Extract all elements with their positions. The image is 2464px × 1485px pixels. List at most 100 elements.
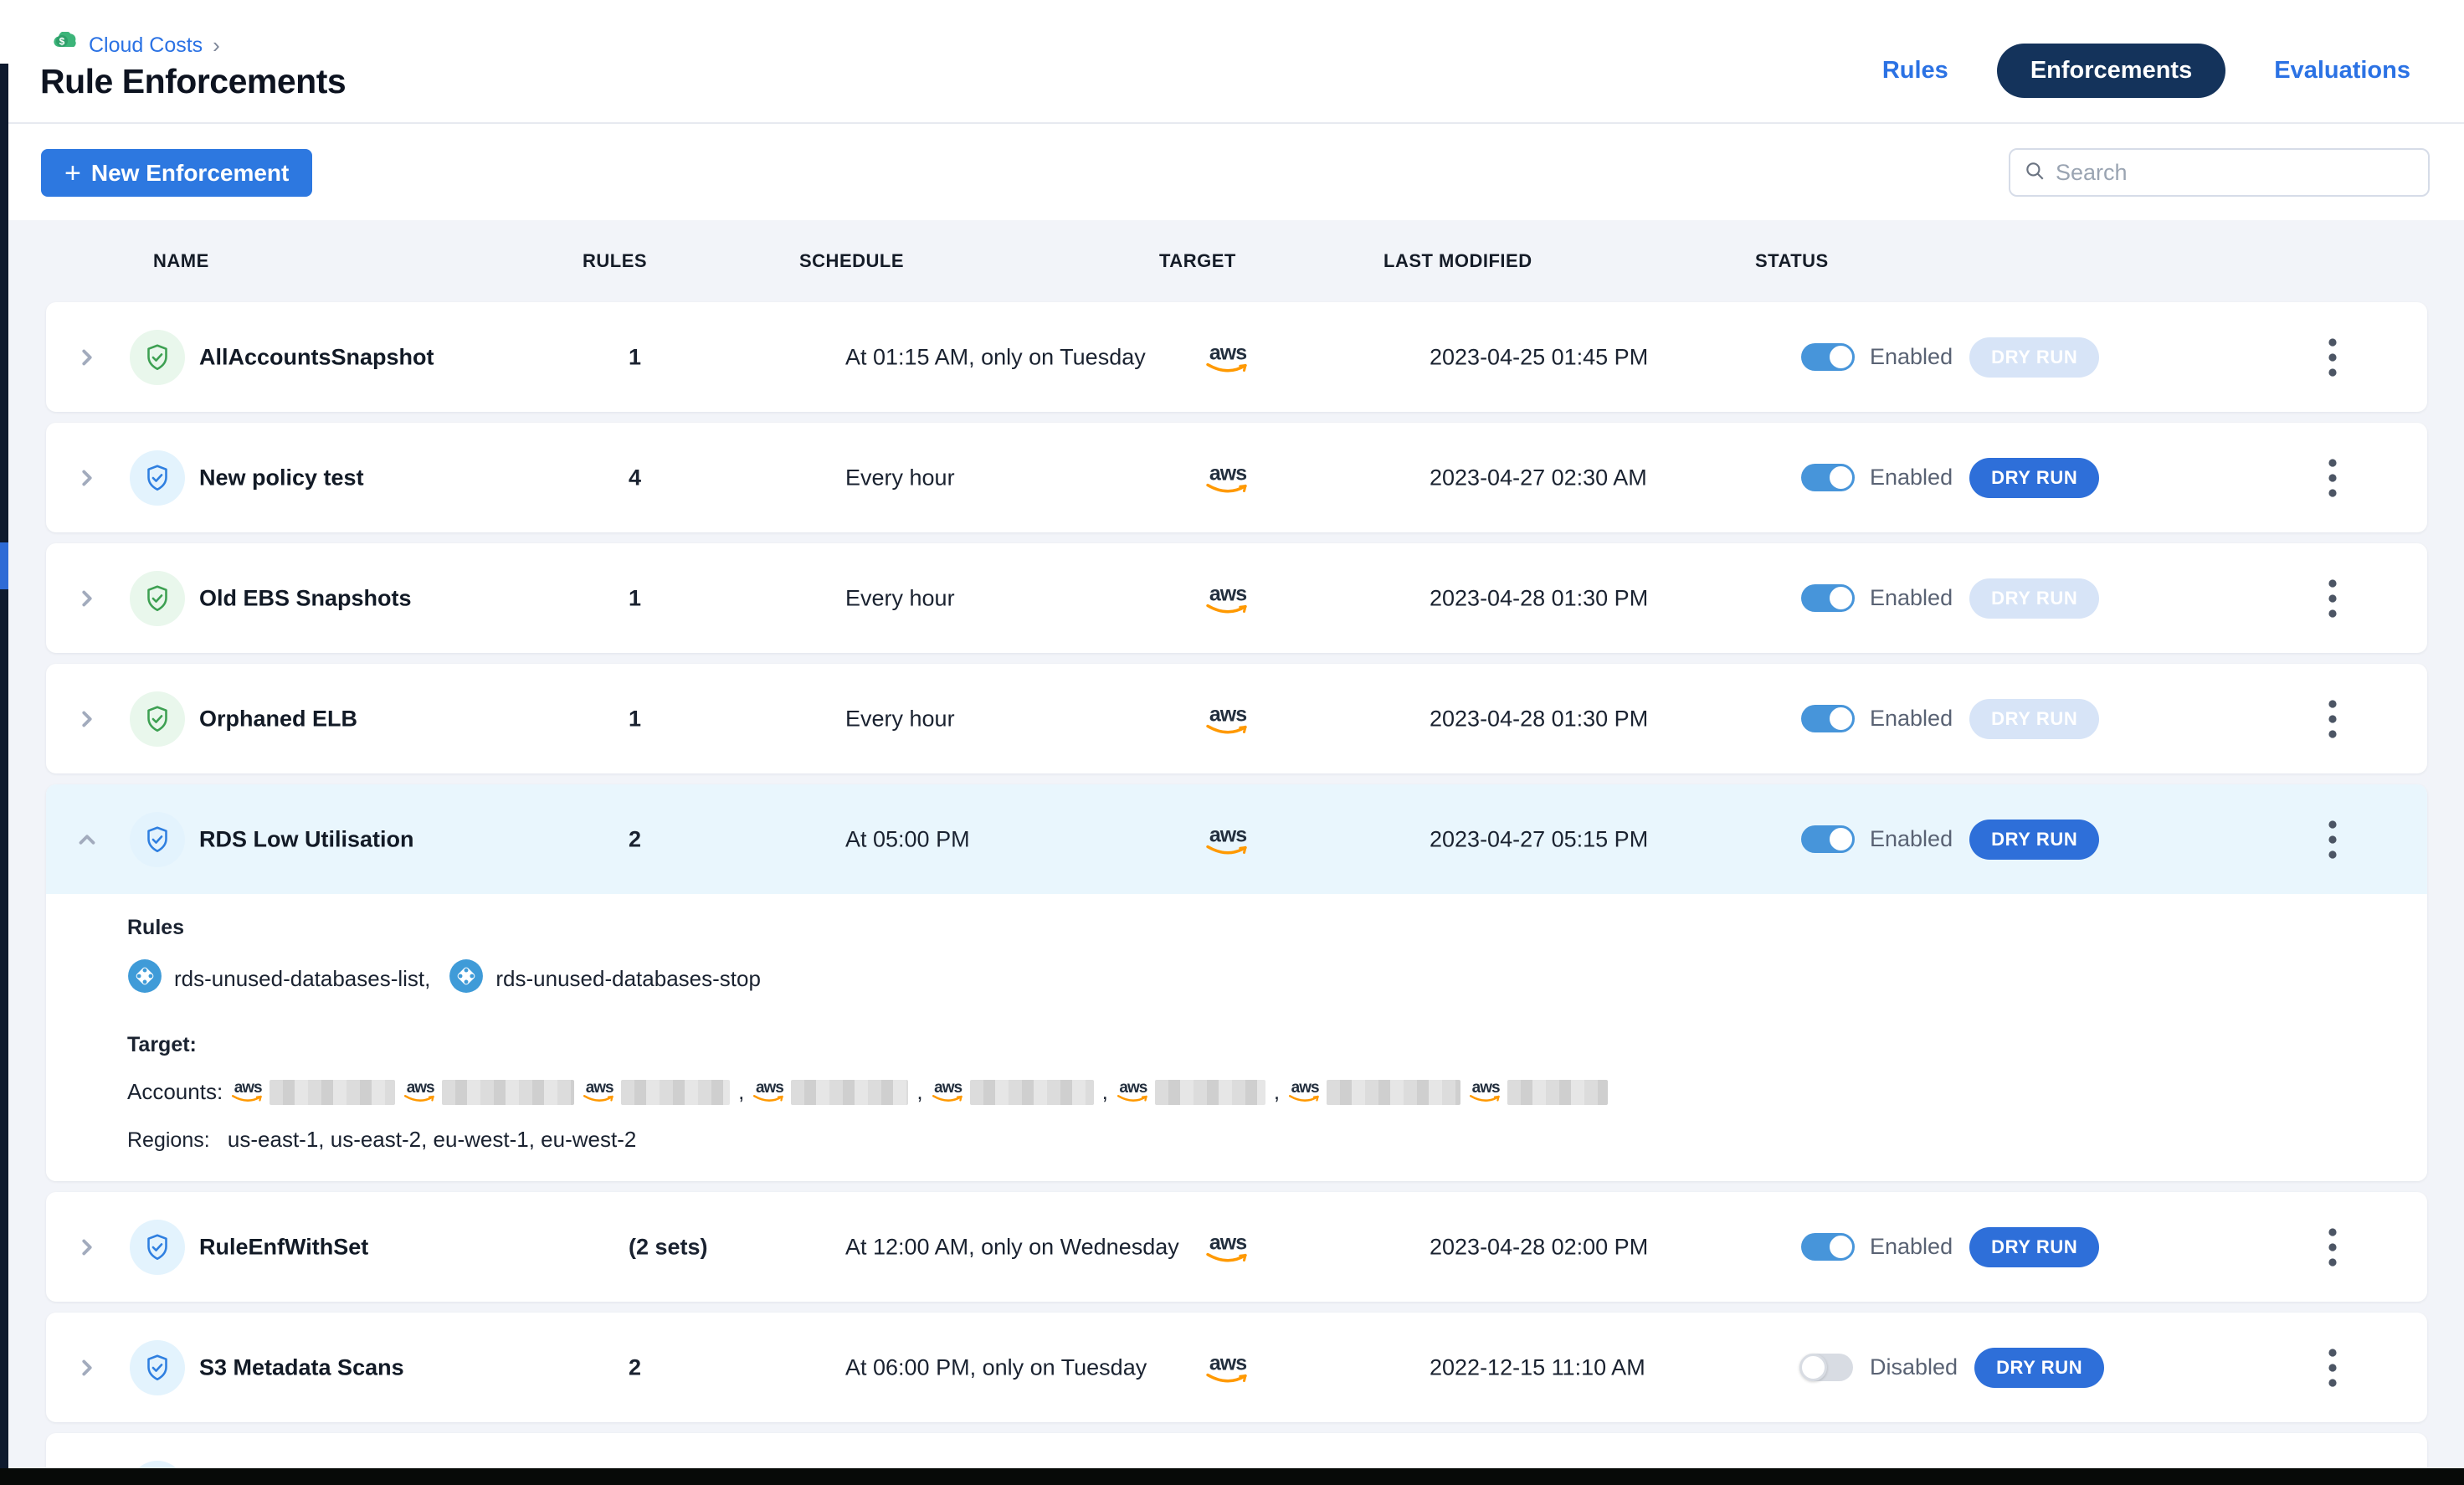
last-modified: 2022-12-15 11:10 AM bbox=[1430, 1354, 1645, 1380]
expand-chevron-icon[interactable] bbox=[74, 465, 100, 491]
status-label: Enabled bbox=[1870, 585, 1953, 611]
status-cell: Enabled DRY RUN bbox=[1801, 458, 2099, 498]
status-label: Disabled bbox=[1870, 1354, 1958, 1380]
search-input[interactable] bbox=[2056, 160, 2415, 186]
status-cell: Enabled DRY RUN bbox=[1801, 337, 2099, 378]
expand-chevron-icon[interactable] bbox=[74, 707, 100, 732]
enforcement-name: Orphaned ELB bbox=[199, 706, 357, 732]
shield-check-icon bbox=[130, 571, 185, 626]
enforcement-name: RuleEnfWithSet bbox=[199, 1234, 368, 1260]
row-menu-button[interactable] bbox=[2316, 1343, 2349, 1393]
aws-icon: aws bbox=[1205, 342, 1250, 375]
dry-run-badge: DRY RUN bbox=[1969, 1227, 2099, 1267]
rule-chips: rds-unused-databases-list, rds-unused-da… bbox=[127, 958, 2427, 999]
enabled-toggle[interactable] bbox=[1801, 1233, 1853, 1261]
enabled-toggle[interactable] bbox=[1801, 705, 1853, 732]
enabled-toggle[interactable] bbox=[1801, 343, 1853, 371]
enforcement-name: RDS Low Utilisation bbox=[199, 826, 414, 852]
target-cell: aws bbox=[1205, 580, 1250, 616]
tab-rules[interactable]: Rules bbox=[1882, 57, 1948, 85]
redacted-account: aws bbox=[231, 1080, 395, 1105]
row-menu-button[interactable] bbox=[2316, 694, 2349, 744]
schedule-text: Every hour bbox=[845, 465, 955, 491]
row-menu-button[interactable] bbox=[2316, 814, 2349, 865]
sidebar-active-indicator bbox=[0, 542, 8, 589]
page-title: Rule Enforcements bbox=[40, 62, 346, 101]
row-menu-button[interactable] bbox=[2316, 332, 2349, 383]
aws-icon: aws bbox=[1205, 1232, 1250, 1265]
search-box bbox=[2009, 148, 2430, 197]
redacted-account: aws bbox=[932, 1080, 1094, 1105]
schedule-text: At 05:00 PM bbox=[845, 826, 970, 852]
table-header-row: NAME RULES SCHEDULE TARGET LAST MODIFIED… bbox=[46, 250, 2427, 284]
regions-values: us-east-1, us-east-2, eu-west-1, eu-west… bbox=[228, 1127, 636, 1152]
schedule-text: At 12:00 AM, only on Wednesday bbox=[845, 1234, 1179, 1260]
aws-icon: aws bbox=[1205, 583, 1250, 616]
enabled-toggle[interactable] bbox=[1801, 825, 1853, 853]
dry-run-badge: DRY RUN bbox=[1969, 578, 2099, 619]
rules-count: 2 bbox=[629, 826, 641, 852]
dry-run-badge: DRY RUN bbox=[1969, 337, 2099, 378]
rules-count: 1 bbox=[629, 585, 641, 611]
schedule-text: At 06:00 PM, only on Tuesday bbox=[845, 1354, 1147, 1380]
enforcement-name: New policy test bbox=[199, 465, 364, 491]
target-cell: aws bbox=[1205, 1349, 1250, 1385]
status-cell: Disabled DRY RUN bbox=[1801, 1348, 2104, 1388]
dry-run-badge: DRY RUN bbox=[1969, 458, 2099, 498]
svg-text:$: $ bbox=[59, 36, 65, 48]
schedule-text: Every hour bbox=[845, 585, 955, 611]
rules-count: 4 bbox=[629, 465, 641, 491]
enforcement-row-card: S3 Metadata Scans 2 At 06:00 PM, only on… bbox=[46, 1313, 2427, 1422]
regions-line: Regions: us-east-1, us-east-2, eu-west-1… bbox=[127, 1127, 2427, 1153]
collapse-chevron-icon[interactable] bbox=[74, 827, 100, 852]
shield-check-icon bbox=[130, 691, 185, 747]
expand-chevron-icon[interactable] bbox=[74, 345, 100, 370]
status-label: Enabled bbox=[1870, 465, 1953, 491]
breadcrumb: $ Cloud Costs › bbox=[54, 32, 220, 59]
new-enforcement-button[interactable]: + New Enforcement bbox=[41, 149, 312, 197]
rule-icon bbox=[449, 958, 484, 999]
enabled-toggle[interactable] bbox=[1801, 464, 1853, 491]
shield-check-icon bbox=[130, 1340, 185, 1395]
expand-chevron-icon[interactable] bbox=[74, 1355, 100, 1380]
row-menu-button[interactable] bbox=[2316, 573, 2349, 624]
column-header-last-modified: LAST MODIFIED bbox=[1383, 250, 1532, 272]
last-modified: 2023-04-27 02:30 AM bbox=[1430, 465, 1647, 491]
status-label: Enabled bbox=[1870, 826, 1953, 852]
row-menu-button[interactable] bbox=[2316, 1222, 2349, 1272]
target-section-label: Target: bbox=[127, 1033, 2427, 1057]
aws-icon: aws bbox=[1469, 1080, 1502, 1104]
enabled-toggle[interactable] bbox=[1801, 1354, 1853, 1381]
enabled-toggle[interactable] bbox=[1801, 584, 1853, 612]
last-modified: 2023-04-28 01:30 PM bbox=[1430, 706, 1648, 732]
status-label: Enabled bbox=[1870, 344, 1953, 370]
aws-icon: aws bbox=[752, 1080, 786, 1104]
column-header-rules: RULES bbox=[583, 250, 647, 272]
expand-chevron-icon[interactable] bbox=[74, 586, 100, 611]
aws-icon: aws bbox=[231, 1080, 264, 1104]
tab-enforcements-active[interactable]: Enforcements bbox=[1997, 44, 2225, 98]
rule-icon bbox=[127, 958, 162, 999]
rules-count: 1 bbox=[629, 344, 641, 370]
column-header-status: STATUS bbox=[1755, 250, 1829, 272]
aws-icon: aws bbox=[403, 1080, 437, 1104]
rule-name: rds-unused-databases-list, bbox=[174, 966, 430, 992]
breadcrumb-cloud-costs-link[interactable]: Cloud Costs bbox=[89, 33, 203, 58]
enforcement-row-card: Old EBS Snapshots 1 Every hour aws 2023-… bbox=[46, 543, 2427, 653]
rule-name: rds-unused-databases-stop bbox=[495, 966, 761, 992]
target-cell: aws bbox=[1205, 339, 1250, 375]
rule-chip: rds-unused-databases-list, bbox=[127, 958, 430, 999]
redacted-account: aws bbox=[1469, 1080, 1608, 1105]
table-row: New policy test 4 Every hour aws 2023-04… bbox=[46, 423, 2427, 532]
aws-icon: aws bbox=[1288, 1080, 1322, 1104]
table-row: RuleEnfWithSet (2 sets) At 12:00 AM, onl… bbox=[46, 1192, 2427, 1302]
new-enforcement-button-label: New Enforcement bbox=[91, 160, 290, 187]
expand-chevron-icon[interactable] bbox=[74, 1235, 100, 1260]
row-menu-button[interactable] bbox=[2316, 453, 2349, 503]
tab-evaluations[interactable]: Evaluations bbox=[2274, 57, 2410, 85]
breadcrumb-chevron-icon: › bbox=[213, 33, 220, 59]
aws-icon: aws bbox=[1205, 704, 1250, 737]
last-modified: 2023-04-28 01:30 PM bbox=[1430, 585, 1648, 611]
schedule-text: Every hour bbox=[845, 706, 955, 732]
last-modified: 2023-04-28 02:00 PM bbox=[1430, 1234, 1648, 1260]
